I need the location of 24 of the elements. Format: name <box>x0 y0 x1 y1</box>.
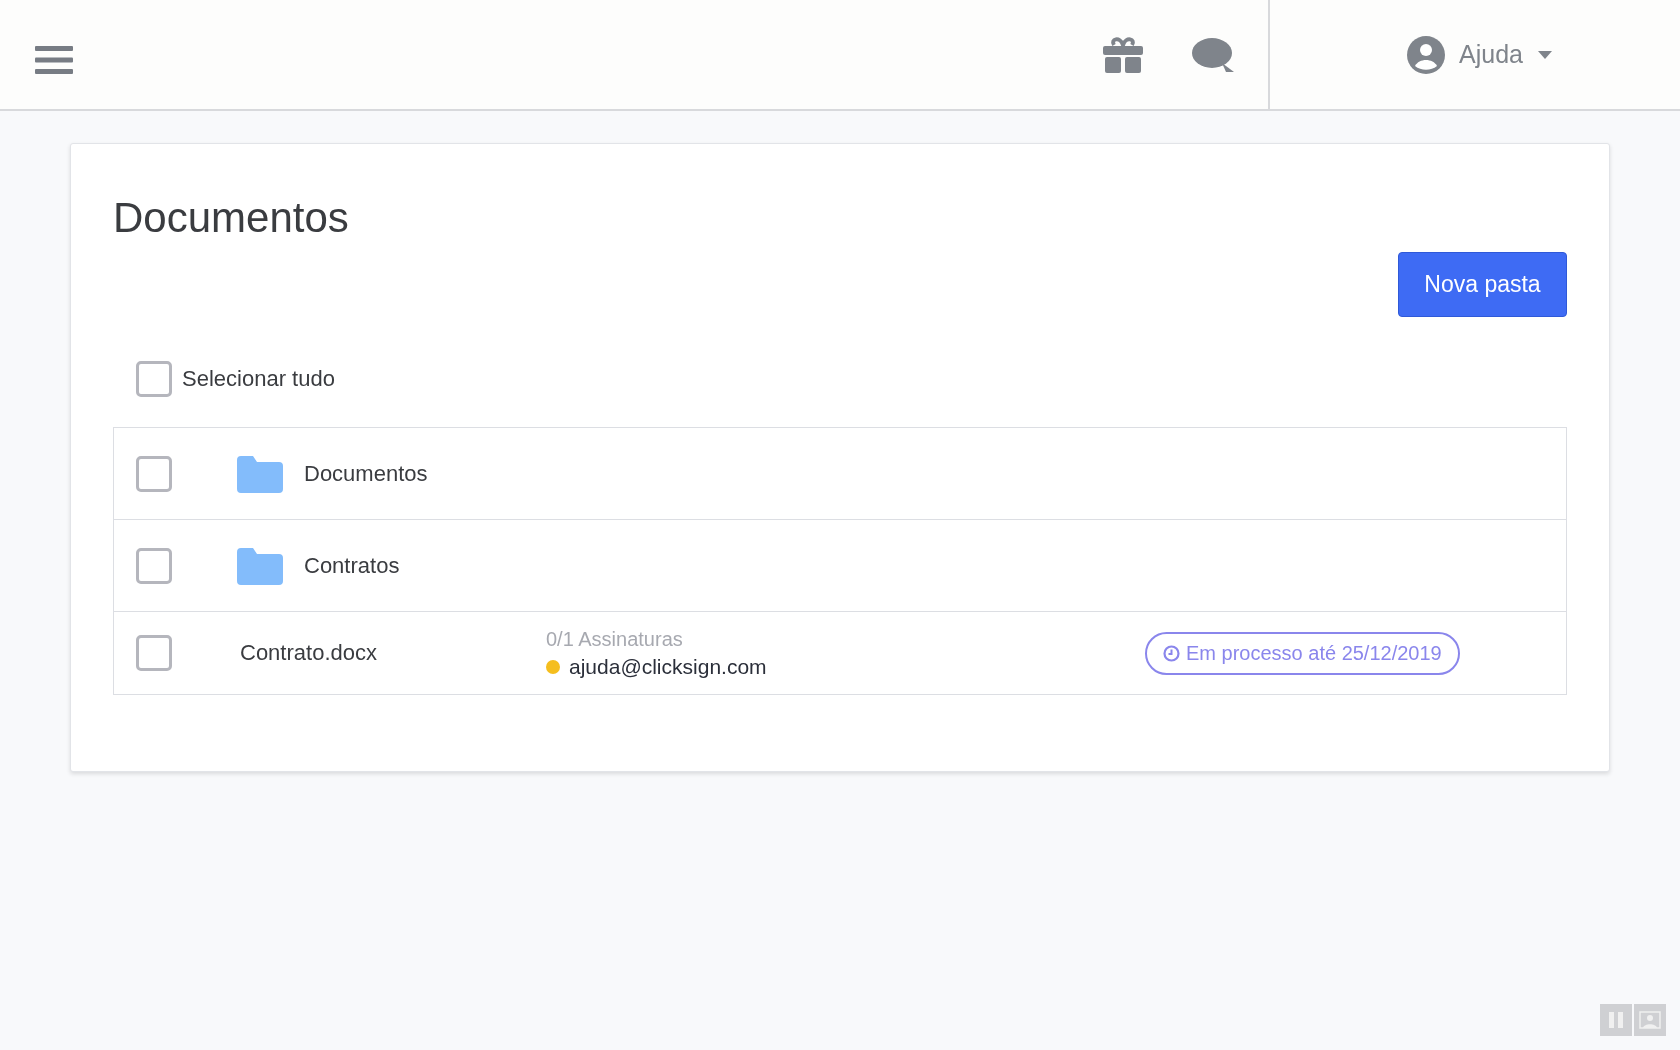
select-all-label: Selecionar tudo <box>182 366 335 392</box>
gift-icon[interactable] <box>1102 35 1144 74</box>
chat-icon[interactable] <box>1192 36 1234 73</box>
user-avatar-icon <box>1407 35 1445 74</box>
folder-name[interactable]: Documentos <box>304 460 428 487</box>
picture-icon[interactable] <box>1634 1004 1666 1036</box>
row-checkbox[interactable] <box>136 547 172 584</box>
menu-icon[interactable] <box>35 43 73 76</box>
select-all-checkbox[interactable] <box>136 361 172 397</box>
row-checkbox[interactable] <box>136 455 172 492</box>
signer-email: ajuda@clicksign.com <box>569 654 767 679</box>
caret-icon <box>1536 49 1553 60</box>
folder-name[interactable]: Contratos <box>304 552 400 579</box>
clock-icon <box>1163 644 1180 662</box>
signature-count: 0/1 Assinaturas <box>546 627 684 651</box>
folder-icon <box>237 546 283 585</box>
new-folder-button[interactable]: Nova pasta <box>1398 252 1567 317</box>
folder-icon <box>237 454 283 493</box>
user-menu[interactable]: Ajuda <box>1270 35 1680 74</box>
pause-icon[interactable] <box>1600 1004 1632 1036</box>
status-text: Em processo até 25/12/2019 <box>1186 641 1442 665</box>
file-name[interactable]: Contrato.docx <box>240 640 546 666</box>
page-title: Documentos <box>113 194 349 242</box>
row-checkbox[interactable] <box>136 635 172 671</box>
